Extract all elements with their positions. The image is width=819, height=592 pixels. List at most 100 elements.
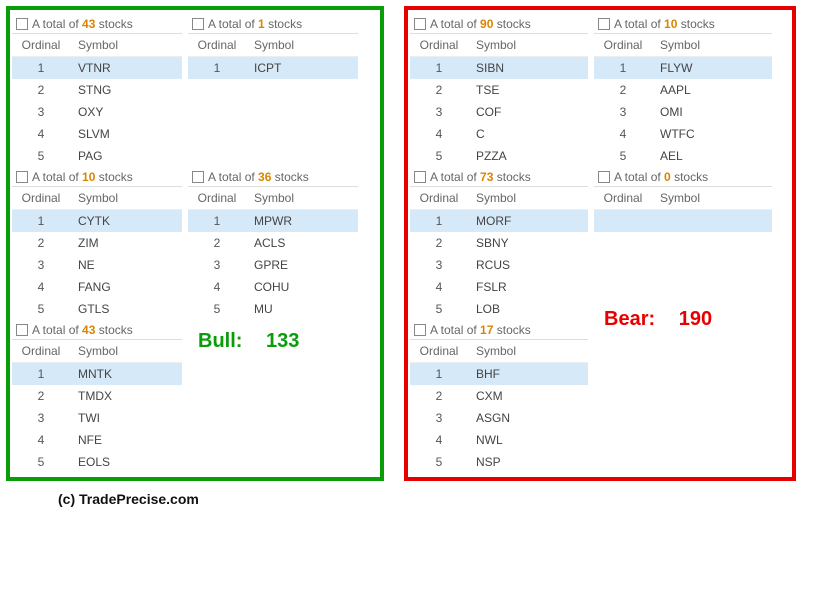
col-symbol-header[interactable]: Symbol — [468, 340, 588, 363]
table-row[interactable]: 4C — [410, 123, 588, 145]
block-header: A total of 1 stocks — [188, 14, 358, 33]
cell-symbol: GTLS — [70, 298, 182, 320]
cell-symbol: C — [468, 123, 588, 145]
table-row[interactable]: 5PAG — [12, 145, 182, 167]
cell-symbol: MNTK — [70, 363, 182, 386]
table-row[interactable]: 2AAPL — [594, 79, 772, 101]
cell-ordinal: 1 — [410, 57, 468, 80]
table-row[interactable]: 4SLVM — [12, 123, 182, 145]
table-row[interactable]: 1CYTK — [12, 210, 182, 233]
select-checkbox[interactable] — [598, 171, 610, 183]
table-row[interactable]: 2ACLS — [188, 232, 358, 254]
select-checkbox[interactable] — [598, 18, 610, 30]
block-header: A total of 73 stocks — [410, 167, 588, 186]
table-row[interactable]: 4FSLR — [410, 276, 588, 298]
col-symbol-header[interactable]: Symbol — [246, 34, 358, 57]
table-row[interactable]: 2TMDX — [12, 385, 182, 407]
select-checkbox[interactable] — [16, 18, 28, 30]
table-row[interactable]: 3RCUS — [410, 254, 588, 276]
table-row[interactable]: 2STNG — [12, 79, 182, 101]
block-count: 36 — [258, 170, 271, 184]
cell-symbol: FLYW — [652, 57, 772, 80]
table-row[interactable]: 1SIBN — [410, 57, 588, 80]
stock-block: A total of 0 stocksOrdinalSymbol — [594, 167, 772, 298]
select-checkbox[interactable] — [414, 324, 426, 336]
table-row[interactable]: 4FANG — [12, 276, 182, 298]
table-row[interactable]: 2ZIM — [12, 232, 182, 254]
col-ordinal-header[interactable]: Ordinal — [594, 187, 652, 210]
table-row[interactable]: 3ASGN — [410, 407, 588, 429]
table-row[interactable]: 1MPWR — [188, 210, 358, 233]
table-row-empty — [594, 254, 772, 276]
table-row-empty — [188, 101, 358, 123]
table-row[interactable]: 1MNTK — [12, 363, 182, 386]
bear-col-2: A total of 10 stocksOrdinalSymbol1FLYW2A… — [594, 14, 772, 331]
table-row[interactable]: 4NWL — [410, 429, 588, 451]
cell-ordinal: 4 — [410, 276, 468, 298]
col-symbol-header[interactable]: Symbol — [246, 187, 358, 210]
cell-symbol: TMDX — [70, 385, 182, 407]
cell-ordinal: 3 — [594, 101, 652, 123]
col-symbol-header[interactable]: Symbol — [70, 34, 182, 57]
stock-block: A total of 43 stocksOrdinalSymbol1VTNR2S… — [12, 14, 182, 167]
col-ordinal-header[interactable]: Ordinal — [594, 34, 652, 57]
table-row[interactable]: 3TWI — [12, 407, 182, 429]
cell-ordinal: 3 — [12, 254, 70, 276]
select-checkbox[interactable] — [192, 18, 204, 30]
cell-symbol: SBNY — [468, 232, 588, 254]
table-row[interactable]: 2CXM — [410, 385, 588, 407]
col-ordinal-header[interactable]: Ordinal — [12, 187, 70, 210]
table-row[interactable]: 3GPRE — [188, 254, 358, 276]
table-row[interactable]: 4COHU — [188, 276, 358, 298]
col-symbol-header[interactable]: Symbol — [652, 34, 772, 57]
stock-block: A total of 73 stocksOrdinalSymbol1MORF2S… — [410, 167, 588, 320]
table-row[interactable]: 1BHF — [410, 363, 588, 386]
col-ordinal-header[interactable]: Ordinal — [12, 34, 70, 57]
col-symbol-header[interactable]: Symbol — [70, 340, 182, 363]
table-row[interactable]: 4NFE — [12, 429, 182, 451]
table-row[interactable]: 3OXY — [12, 101, 182, 123]
table-row[interactable]: 5MU — [188, 298, 358, 320]
cell-ordinal: 5 — [594, 145, 652, 167]
col-symbol-header[interactable]: Symbol — [468, 187, 588, 210]
table-row[interactable]: 2TSE — [410, 79, 588, 101]
col-symbol-header[interactable]: Symbol — [468, 34, 588, 57]
table-row[interactable]: 3OMI — [594, 101, 772, 123]
block-count: 73 — [480, 170, 493, 184]
col-ordinal-header[interactable]: Ordinal — [188, 34, 246, 57]
col-symbol-header[interactable]: Symbol — [652, 187, 772, 210]
table-row[interactable]: 5PZZA — [410, 145, 588, 167]
table-row[interactable]: 2SBNY — [410, 232, 588, 254]
table-row[interactable]: 5GTLS — [12, 298, 182, 320]
cell-ordinal: 3 — [12, 101, 70, 123]
select-checkbox[interactable] — [16, 171, 28, 183]
table-row[interactable]: 5EOLS — [12, 451, 182, 473]
cell-symbol: SLVM — [70, 123, 182, 145]
select-checkbox[interactable] — [414, 171, 426, 183]
table-row[interactable]: 4WTFC — [594, 123, 772, 145]
table-row[interactable]: 3NE — [12, 254, 182, 276]
col-symbol-header[interactable]: Symbol — [70, 187, 182, 210]
col-ordinal-header[interactable]: Ordinal — [188, 187, 246, 210]
select-checkbox[interactable] — [192, 171, 204, 183]
table-row[interactable]: 1FLYW — [594, 57, 772, 80]
table-row[interactable]: 1VTNR — [12, 57, 182, 80]
table-row[interactable]: 1ICPT — [188, 57, 358, 80]
table-row[interactable]: 3COF — [410, 101, 588, 123]
col-ordinal-header[interactable]: Ordinal — [410, 34, 468, 57]
table-row-empty — [188, 145, 358, 167]
stock-table: OrdinalSymbol1BHF2CXM3ASGN4NWL5NSP — [410, 339, 588, 473]
col-ordinal-header[interactable]: Ordinal — [410, 187, 468, 210]
select-checkbox[interactable] — [414, 18, 426, 30]
table-row[interactable]: 1MORF — [410, 210, 588, 233]
table-row[interactable]: 5NSP — [410, 451, 588, 473]
cell-ordinal: 2 — [12, 232, 70, 254]
col-ordinal-header[interactable]: Ordinal — [12, 340, 70, 363]
cell-ordinal: 3 — [188, 254, 246, 276]
block-count: 1 — [258, 17, 265, 31]
table-row[interactable]: 5AEL — [594, 145, 772, 167]
stock-block: A total of 10 stocksOrdinalSymbol1FLYW2A… — [594, 14, 772, 167]
table-row[interactable]: 5LOB — [410, 298, 588, 320]
col-ordinal-header[interactable]: Ordinal — [410, 340, 468, 363]
select-checkbox[interactable] — [16, 324, 28, 336]
